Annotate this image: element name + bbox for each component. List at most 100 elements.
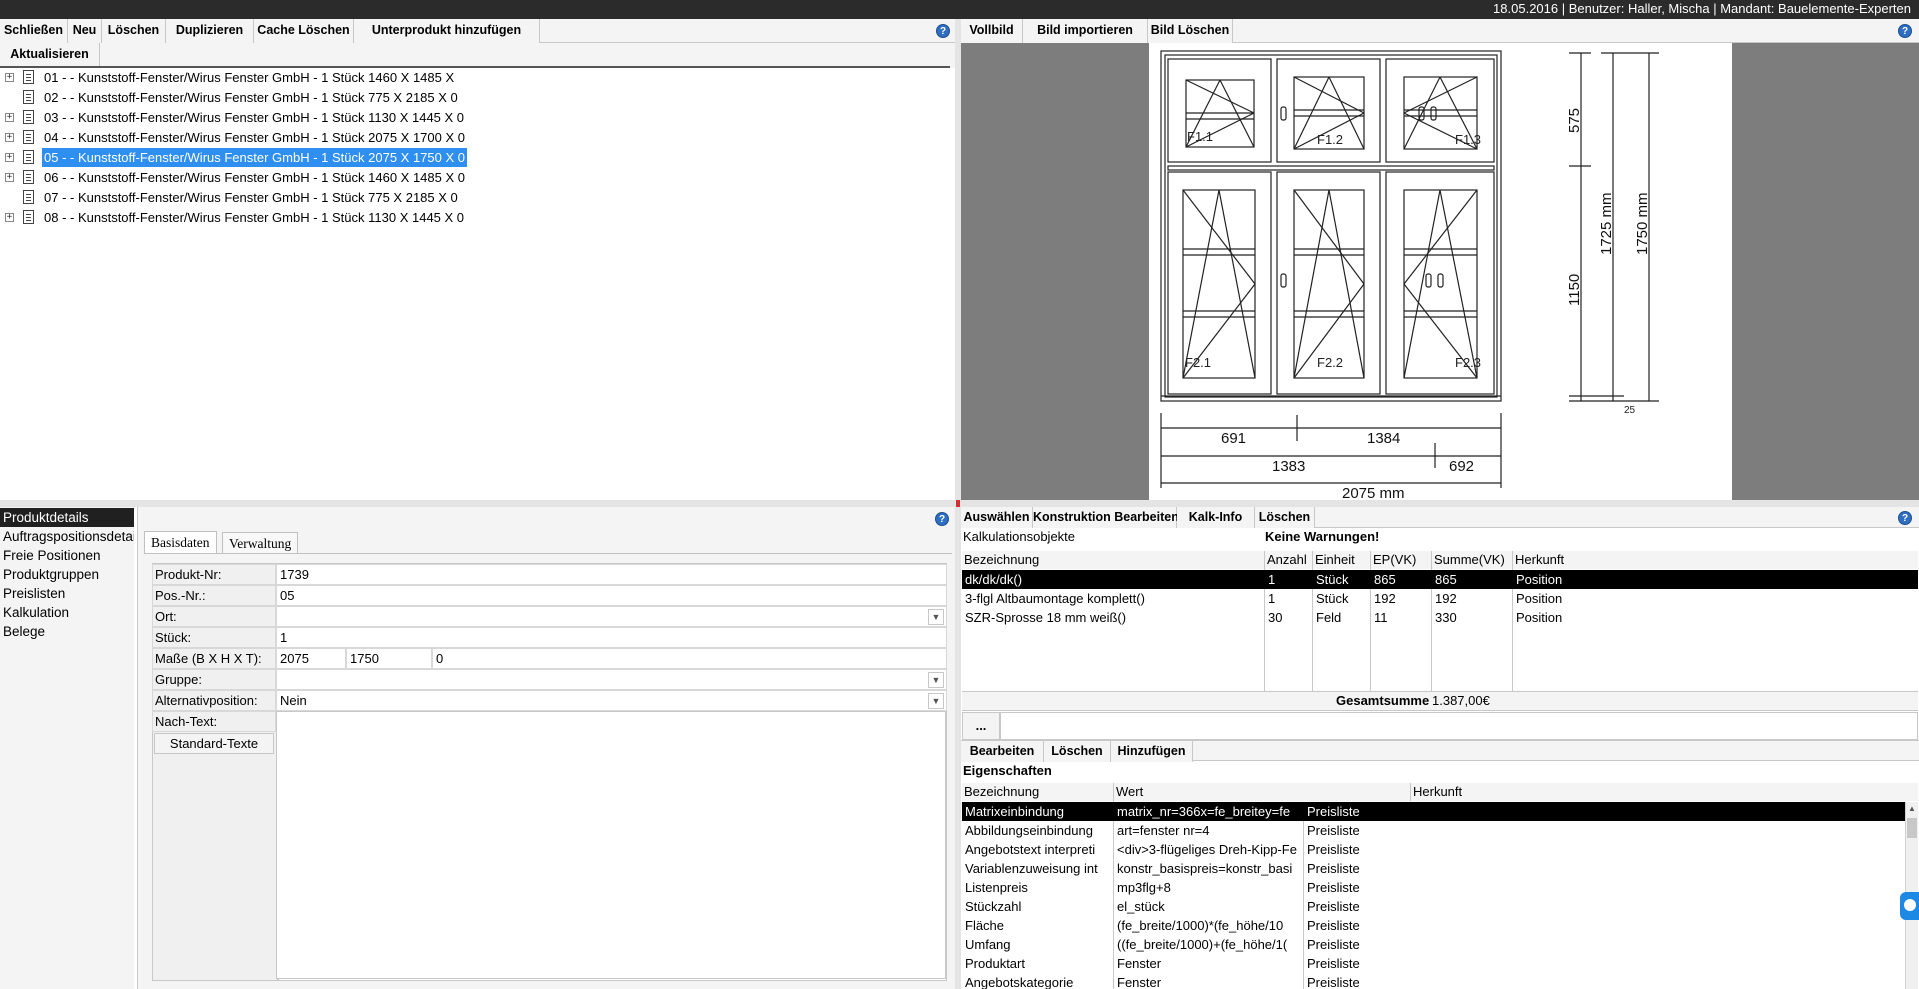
expand-icon[interactable]: +	[5, 153, 14, 162]
col-einheit[interactable]: Einheit	[1313, 551, 1369, 569]
table-row[interactable]: Angebotskategorie	[962, 973, 1112, 989]
expand-icon[interactable]: +	[5, 133, 14, 142]
produkt-nr-field[interactable]: 1739	[276, 564, 947, 585]
stueck-field[interactable]: 1	[276, 627, 947, 648]
table-row[interactable]: Listenpreis	[962, 878, 1112, 897]
col-prop-bezeichnung[interactable]: Bezeichnung	[962, 783, 1112, 801]
product-toolbar: Schließen Neu Löschen Duplizieren Cache …	[0, 19, 955, 43]
col-herkunft[interactable]: Herkunft	[1513, 551, 1918, 569]
delete-image-button[interactable]: Bild Löschen	[1148, 19, 1233, 43]
width-field[interactable]: 2075	[276, 648, 346, 669]
dim-width-2: 1384	[1367, 430, 1400, 447]
dim-total-width: 2075 mm	[1342, 485, 1405, 500]
tab-basisdaten[interactable]: Basisdaten	[144, 531, 217, 553]
add-subproduct-button[interactable]: Unterprodukt hinzufügen	[354, 19, 540, 43]
dim-inner-height: 1725 mm	[1598, 192, 1615, 255]
standard-texte-button[interactable]: Standard-Texte	[154, 733, 274, 754]
image-toolbar: Vollbild Bild importieren Bild Löschen ?	[961, 19, 1919, 43]
delete-property-button[interactable]: Löschen	[1044, 741, 1111, 762]
field-alternativposition: Alternativposition: Nein ▼	[152, 690, 947, 711]
edit-construction-button[interactable]: Konstruktion Bearbeiten	[1033, 507, 1179, 528]
refresh-button[interactable]: Aktualisieren	[0, 43, 100, 67]
table-row[interactable]: Produktart	[962, 954, 1112, 973]
col-summe-vk[interactable]: Summe(VK)	[1432, 551, 1512, 569]
alternativposition-select[interactable]: Nein ▼	[276, 690, 947, 711]
chevron-down-icon[interactable]: ▼	[928, 609, 944, 625]
expand-icon[interactable]: +	[5, 173, 14, 182]
document-icon	[23, 70, 34, 84]
calc-toolbar: Auswählen Konstruktion Bearbeiten Kalk-I…	[961, 507, 1919, 528]
fullscreen-button[interactable]: Vollbild	[961, 19, 1023, 43]
ort-select[interactable]: ▼	[276, 606, 947, 627]
dim-width-1: 691	[1221, 430, 1246, 447]
new-button[interactable]: Neu	[68, 19, 102, 43]
pane-label-f2-3: F2.3	[1455, 355, 1481, 370]
table-row[interactable]: Abbildungseinbindung	[962, 821, 1112, 840]
col-bezeichnung[interactable]: Bezeichnung	[962, 551, 1264, 569]
table-row[interactable]: Stückzahl	[962, 897, 1112, 916]
chevron-down-icon[interactable]: ▼	[928, 693, 944, 709]
document-icon	[23, 170, 34, 184]
expand-icon[interactable]: +	[5, 113, 14, 122]
nav-item-freie-positionen[interactable]: Freie Positionen	[0, 546, 134, 565]
height-field[interactable]: 1750	[346, 648, 432, 669]
more-button[interactable]: ...	[962, 712, 1000, 740]
chevron-down-icon[interactable]: ▼	[928, 672, 944, 688]
field-pos-nr: Pos.-Nr.: 05	[152, 585, 947, 606]
expand-icon[interactable]: +	[5, 73, 14, 82]
pane-label-f2-2: F2.2	[1317, 355, 1343, 370]
gruppe-select[interactable]: ▼	[276, 669, 947, 690]
warning-text: Keine Warnungen!	[1265, 529, 1380, 544]
nav-item-belege[interactable]: Belege	[0, 622, 134, 641]
import-image-button[interactable]: Bild importieren	[1023, 19, 1148, 43]
calc-note-field[interactable]	[1000, 712, 1918, 740]
tab-border	[144, 553, 952, 554]
expand-icon[interactable]: +	[5, 213, 14, 222]
close-button[interactable]: Schließen	[0, 19, 68, 43]
nachtext-textarea[interactable]	[276, 711, 946, 979]
delete-button[interactable]: Löschen	[102, 19, 166, 43]
calc-info-button[interactable]: Kalk-Info	[1177, 507, 1255, 528]
col-anzahl[interactable]: Anzahl	[1265, 551, 1311, 569]
pane-label-f1-1: F1.1	[1187, 129, 1213, 144]
pos-nr-field[interactable]: 05	[276, 585, 947, 606]
props-section-label: Eigenschaften	[963, 763, 1052, 778]
col-prop-wert[interactable]: Wert	[1114, 783, 1410, 801]
scroll-up-icon[interactable]: ▲	[1908, 804, 1916, 813]
help-icon[interactable]: ?	[935, 512, 949, 526]
edit-property-button[interactable]: Bearbeiten	[961, 741, 1044, 762]
product-tree: +01 - - Kunststoff-Fenster/Wirus Fenster…	[0, 68, 955, 500]
nav-item-produktgruppen[interactable]: Produktgruppen	[0, 565, 134, 584]
calc-delete-button[interactable]: Löschen	[1255, 507, 1315, 528]
document-icon	[23, 130, 34, 144]
tab-verwaltung[interactable]: Verwaltung	[222, 532, 299, 554]
table-row[interactable]: Variablenzuweisung int	[962, 859, 1112, 878]
field-gruppe: Gruppe: ▼	[152, 669, 947, 690]
nav-item-auftragspositionsdetails[interactable]: Auftragspositionsdetails	[0, 527, 134, 546]
add-property-button[interactable]: Hinzufügen	[1111, 741, 1193, 762]
help-icon[interactable]: ?	[1898, 24, 1912, 38]
scroll-thumb[interactable]	[1907, 818, 1917, 838]
nav-item-produktdetails[interactable]: Produktdetails	[0, 508, 134, 527]
col-prop-herkunft[interactable]: Herkunft	[1411, 783, 1918, 801]
select-button[interactable]: Auswählen	[961, 507, 1033, 528]
help-icon[interactable]: ?	[1898, 511, 1912, 525]
clear-cache-button[interactable]: Cache Löschen	[254, 19, 354, 43]
document-icon	[23, 150, 34, 164]
field-produkt-nr: Produkt-Nr: 1739	[152, 564, 947, 585]
nav-item-preislisten[interactable]: Preislisten	[0, 584, 134, 603]
dim-width-4: 692	[1449, 458, 1474, 475]
chat-icon	[1904, 899, 1916, 911]
remote-support-tab[interactable]	[1900, 892, 1919, 920]
nav-item-kalkulation[interactable]: Kalkulation	[0, 603, 134, 622]
table-row[interactable]: Angebotstext interpreti	[962, 840, 1112, 859]
help-icon[interactable]: ?	[936, 24, 950, 38]
col-ep-vk[interactable]: EP(VK)	[1371, 551, 1431, 569]
status-bar: 18.05.2016 | Benutzer: Haller, Mischa | …	[0, 0, 1919, 19]
dim-outer-height: 1750 mm	[1634, 192, 1651, 255]
field-ort: Ort: ▼	[152, 606, 947, 627]
table-row[interactable]: Fläche	[962, 916, 1112, 935]
table-row[interactable]: Umfang	[962, 935, 1112, 954]
duplicate-button[interactable]: Duplizieren	[166, 19, 254, 43]
depth-field[interactable]: 0	[432, 648, 947, 669]
